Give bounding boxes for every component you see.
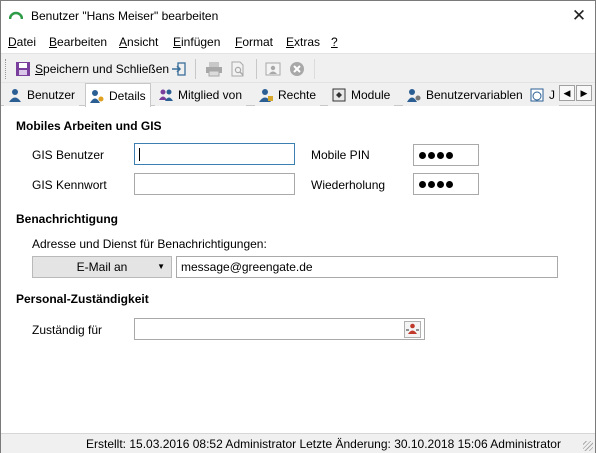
printer-icon <box>206 62 222 77</box>
clock-icon <box>530 88 544 102</box>
responsible-for-field[interactable] <box>134 318 425 340</box>
title-bar: Benutzer "Hans Meiser" bearbeiten ✕ <box>1 1 595 31</box>
print-preview-button[interactable] <box>230 58 246 80</box>
tab-rechte-label: Rechte <box>278 88 317 102</box>
save-and-close-button[interactable]: Speichern und Schließen <box>15 58 169 80</box>
user-details-icon <box>90 89 104 103</box>
details-panel: Mobiles Arbeiten und GIS GIS Benutzer Mo… <box>1 106 595 433</box>
tab-details-label: Details <box>109 88 146 103</box>
notification-service-value: E-Mail an <box>76 260 128 274</box>
tab-overflow[interactable]: J <box>527 84 559 106</box>
group-icon <box>159 89 173 101</box>
tab-overflow-label: J <box>549 88 555 102</box>
menu-ansicht[interactable]: Ansicht <box>119 35 158 49</box>
section-responsibility-heading: Personal-Zuständigkeit <box>16 292 149 306</box>
save-icon <box>16 62 30 76</box>
menu-datei[interactable]: Datei <box>8 35 36 49</box>
menu-bar: Datei Bearbeiten Ansicht Einfügen Format… <box>1 32 595 52</box>
notification-service-dropdown[interactable]: E-Mail an ▼ <box>32 256 172 278</box>
menu-format[interactable]: Format <box>235 35 273 49</box>
mobile-pin-label: Mobile PIN <box>311 148 370 162</box>
gis-user-label: GIS Benutzer <box>32 148 105 162</box>
user-rights-icon <box>259 89 273 102</box>
save-label: peichern und Schließen <box>43 62 170 76</box>
notification-description: Adresse und Dienst für Benachrichtigunge… <box>32 237 267 251</box>
select-user-button[interactable] <box>404 321 421 338</box>
toolbar-separator <box>256 59 257 79</box>
tab-scroll-left-button[interactable]: ◀ <box>559 85 575 101</box>
tab-benutzer[interactable]: Benutzer <box>4 84 80 106</box>
tab-strip: Benutzer Details Mitglied von Rechte Mod… <box>1 83 595 107</box>
pin-repeat-label: Wiederholung <box>311 178 386 192</box>
section-notification-heading: Benachrichtigung <box>16 212 119 226</box>
module-icon <box>332 88 346 102</box>
print-preview-icon <box>231 61 244 77</box>
user-picker-icon <box>404 321 421 338</box>
tab-mitglied-von-label: Mitglied von <box>178 88 243 102</box>
gis-user-input[interactable] <box>134 143 295 165</box>
window-title: Benutzer "Hans Meiser" bearbeiten <box>31 9 219 23</box>
notification-address-input[interactable]: message@greengate.de <box>176 256 558 278</box>
tab-scroll-right-button[interactable]: ▶ <box>576 85 592 101</box>
close-window-button[interactable]: ✕ <box>564 3 594 29</box>
toolbar-grip[interactable] <box>5 59 8 79</box>
menu-einfuegen[interactable]: Einfügen <box>173 35 220 49</box>
toolbar-separator <box>314 59 315 79</box>
chevron-down-icon: ▼ <box>157 262 165 271</box>
mobile-pin-input[interactable] <box>413 144 479 166</box>
pin-repeat-input[interactable] <box>413 173 479 195</box>
toolbar: Speichern und Schließen <box>1 53 595 83</box>
tab-benutzer-label: Benutzer <box>27 88 76 102</box>
menu-bearbeiten[interactable]: Bearbeiten <box>49 35 107 49</box>
edit-user-window: Benutzer "Hans Meiser" bearbeiten ✕ Date… <box>0 0 596 453</box>
gis-password-input[interactable] <box>134 173 295 195</box>
id-card-icon <box>265 62 281 76</box>
app-logo-icon <box>9 11 23 20</box>
tab-module[interactable]: Module <box>328 84 395 106</box>
responsible-for-label: Zuständig für <box>32 323 103 337</box>
tab-benutzervariablen[interactable]: Benutzervariablen <box>403 84 527 106</box>
menu-extras[interactable]: Extras <box>286 35 320 49</box>
tab-rechte[interactable]: Rechte <box>255 84 321 106</box>
status-bar: Erstellt: 15.03.2016 08:52 Administrator… <box>1 433 595 453</box>
section-mobile-heading: Mobiles Arbeiten und GIS <box>16 119 162 133</box>
properties-button[interactable] <box>265 58 281 80</box>
notification-address-value: message@greengate.de <box>181 260 313 274</box>
user-icon <box>9 89 21 102</box>
save-accel: S <box>35 62 44 76</box>
print-button[interactable] <box>205 58 223 80</box>
tab-details[interactable]: Details <box>85 83 151 107</box>
export-icon <box>172 62 186 76</box>
delete-button[interactable] <box>289 58 305 80</box>
tab-benutzervariablen-label: Benutzervariablen <box>426 88 523 102</box>
status-text: Erstellt: 15.03.2016 08:52 Administrator… <box>86 437 561 451</box>
gis-password-label: GIS Kennwort <box>32 178 107 192</box>
user-variables-icon <box>407 89 421 102</box>
resize-grip[interactable] <box>583 441 593 451</box>
menu-help[interactable]: ? <box>331 35 338 49</box>
toolbar-separator <box>195 59 196 79</box>
text-caret <box>139 148 140 161</box>
export-button[interactable] <box>171 58 187 80</box>
delete-icon <box>290 62 304 76</box>
tab-module-label: Module <box>351 88 391 102</box>
tab-mitglied-von[interactable]: Mitglied von <box>155 84 247 106</box>
